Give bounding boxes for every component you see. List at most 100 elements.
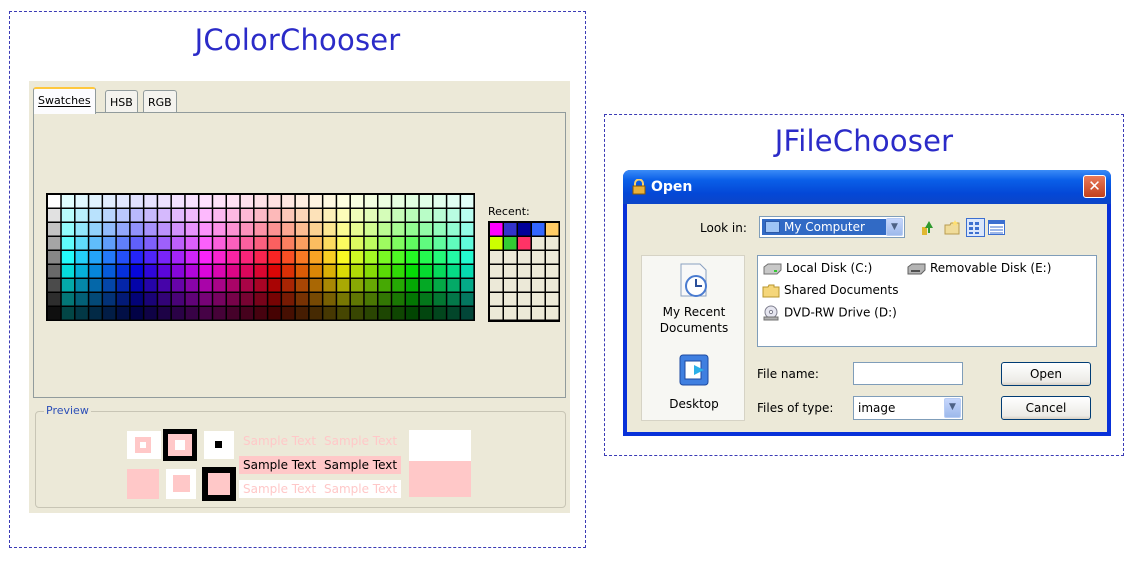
- swatch-cell[interactable]: [199, 251, 212, 264]
- swatch-cell[interactable]: [433, 293, 446, 306]
- swatch-cell[interactable]: [461, 279, 474, 292]
- recent-swatch-cell[interactable]: [504, 293, 517, 306]
- swatch-cell[interactable]: [130, 293, 143, 306]
- recent-swatch-cell[interactable]: [518, 265, 531, 278]
- swatch-cell[interactable]: [199, 293, 212, 306]
- swatch-cell[interactable]: [48, 195, 61, 208]
- look-in-combo[interactable]: My Computer ▼: [759, 216, 905, 238]
- swatch-cell[interactable]: [213, 195, 226, 208]
- recent-swatch-cell[interactable]: [532, 251, 545, 264]
- swatch-cell[interactable]: [378, 293, 391, 306]
- swatch-cell[interactable]: [254, 251, 267, 264]
- swatch-cell[interactable]: [309, 293, 322, 306]
- recent-swatch-cell[interactable]: [546, 265, 559, 278]
- swatch-cell[interactable]: [309, 237, 322, 250]
- swatch-cell[interactable]: [337, 209, 350, 222]
- swatch-cell[interactable]: [378, 307, 391, 320]
- swatch-cell[interactable]: [254, 237, 267, 250]
- swatch-cell[interactable]: [240, 237, 254, 250]
- recent-swatch-cell[interactable]: [504, 307, 517, 320]
- recent-swatch-cell[interactable]: [518, 223, 531, 236]
- swatch-cell[interactable]: [378, 279, 391, 292]
- swatch-cell[interactable]: [185, 209, 198, 222]
- swatch-cell[interactable]: [268, 209, 281, 222]
- swatch-cell[interactable]: [61, 195, 75, 208]
- swatch-cell[interactable]: [406, 265, 419, 278]
- swatch-cell[interactable]: [213, 237, 226, 250]
- swatch-cell[interactable]: [378, 223, 391, 236]
- swatch-cell[interactable]: [392, 223, 405, 236]
- details-view-icon[interactable]: [987, 218, 1006, 237]
- swatch-cell[interactable]: [144, 195, 157, 208]
- chevron-down-icon[interactable]: ▼: [886, 218, 903, 236]
- recent-swatch-cell[interactable]: [490, 279, 503, 292]
- swatch-cell[interactable]: [406, 293, 419, 306]
- swatch-cell[interactable]: [461, 195, 474, 208]
- swatch-cell[interactable]: [309, 223, 322, 236]
- swatch-cell[interactable]: [103, 223, 116, 236]
- swatch-cell[interactable]: [419, 209, 433, 222]
- swatch-cell[interactable]: [350, 265, 364, 278]
- swatch-cell[interactable]: [406, 279, 419, 292]
- swatch-cell[interactable]: [48, 251, 61, 264]
- swatch-cell[interactable]: [282, 293, 295, 306]
- recent-swatch-cell[interactable]: [490, 307, 503, 320]
- swatch-cell[interactable]: [240, 195, 254, 208]
- swatch-cell[interactable]: [199, 237, 212, 250]
- swatch-cell[interactable]: [130, 279, 143, 292]
- swatch-cell[interactable]: [309, 307, 322, 320]
- swatch-cell[interactable]: [171, 209, 185, 222]
- swatch-cell[interactable]: [433, 307, 446, 320]
- swatch-cell[interactable]: [309, 195, 322, 208]
- swatch-cell[interactable]: [419, 195, 433, 208]
- swatch-cell[interactable]: [323, 223, 336, 236]
- swatch-cell[interactable]: [116, 251, 130, 264]
- swatch-cell[interactable]: [364, 251, 377, 264]
- swatch-cell[interactable]: [337, 265, 350, 278]
- swatch-cell[interactable]: [461, 209, 474, 222]
- swatch-cell[interactable]: [171, 279, 185, 292]
- recent-swatch-cell[interactable]: [504, 279, 517, 292]
- swatch-cell[interactable]: [144, 307, 157, 320]
- recent-swatch-cell[interactable]: [532, 279, 545, 292]
- swatch-cell[interactable]: [392, 237, 405, 250]
- swatch-cell[interactable]: [350, 209, 364, 222]
- swatch-cell[interactable]: [392, 307, 405, 320]
- swatch-cell[interactable]: [227, 251, 240, 264]
- swatch-cell[interactable]: [89, 307, 102, 320]
- swatch-cell[interactable]: [254, 209, 267, 222]
- swatch-cell[interactable]: [48, 293, 61, 306]
- recent-swatch-grid[interactable]: [488, 221, 560, 322]
- swatch-cell[interactable]: [199, 265, 212, 278]
- swatch-cell[interactable]: [89, 279, 102, 292]
- swatch-cell[interactable]: [433, 265, 446, 278]
- swatch-cell[interactable]: [337, 279, 350, 292]
- swatch-cell[interactable]: [364, 237, 377, 250]
- swatch-cell[interactable]: [350, 195, 364, 208]
- swatch-cell[interactable]: [392, 279, 405, 292]
- swatch-cell[interactable]: [350, 237, 364, 250]
- swatch-cell[interactable]: [392, 251, 405, 264]
- swatch-cell[interactable]: [227, 223, 240, 236]
- swatch-cell[interactable]: [227, 293, 240, 306]
- recent-swatch-cell[interactable]: [532, 293, 545, 306]
- swatch-cell[interactable]: [337, 307, 350, 320]
- swatch-cell[interactable]: [337, 293, 350, 306]
- swatch-cell[interactable]: [350, 307, 364, 320]
- swatch-cell[interactable]: [89, 251, 102, 264]
- swatch-cell[interactable]: [61, 209, 75, 222]
- swatch-cell[interactable]: [419, 265, 433, 278]
- swatch-cell[interactable]: [61, 265, 75, 278]
- recent-swatch-cell[interactable]: [518, 279, 531, 292]
- swatch-cell[interactable]: [158, 195, 171, 208]
- tab-rgb[interactable]: RGB: [143, 90, 177, 113]
- swatch-cell[interactable]: [295, 237, 309, 250]
- swatch-cell[interactable]: [171, 251, 185, 264]
- swatch-cell[interactable]: [130, 223, 143, 236]
- swatch-cell[interactable]: [254, 307, 267, 320]
- swatch-cell[interactable]: [213, 223, 226, 236]
- file-item-shared-documents[interactable]: Shared Documents: [762, 283, 898, 298]
- swatch-cell[interactable]: [295, 195, 309, 208]
- swatch-cell[interactable]: [227, 307, 240, 320]
- swatch-cell[interactable]: [254, 265, 267, 278]
